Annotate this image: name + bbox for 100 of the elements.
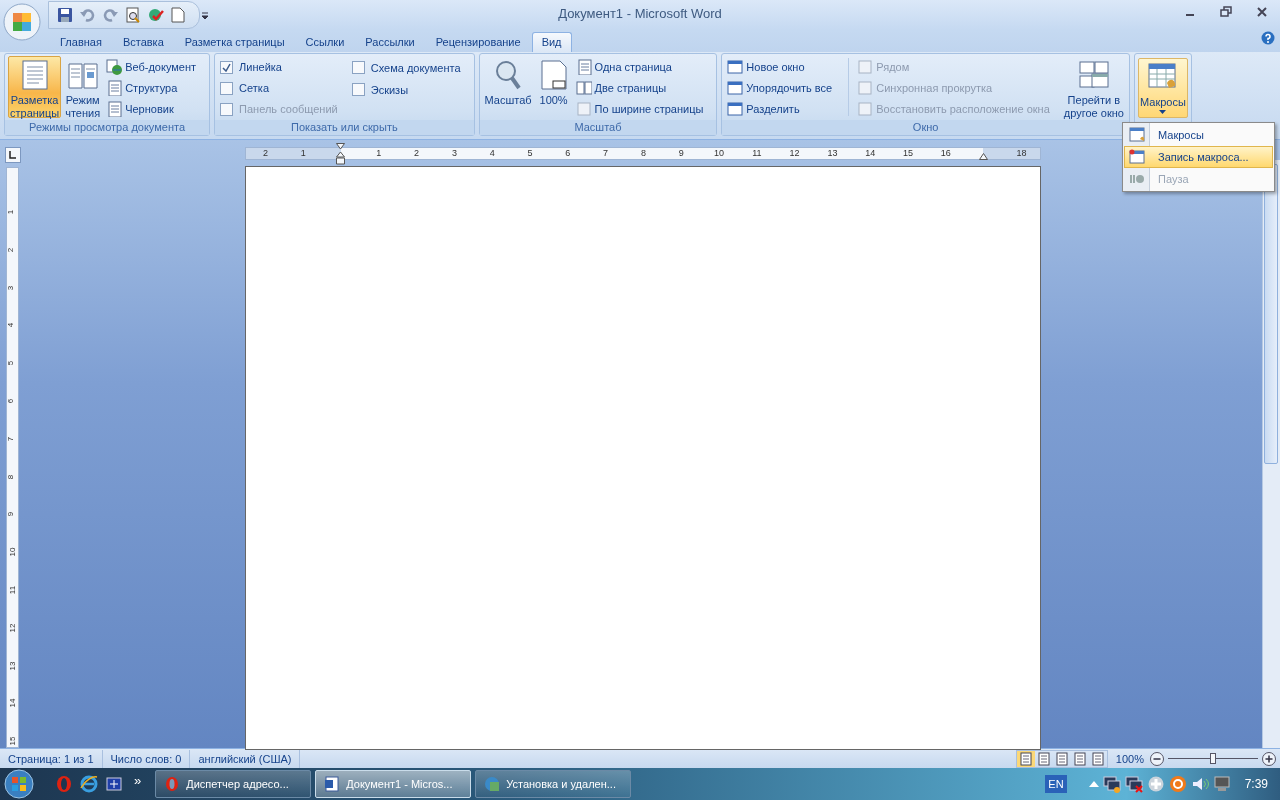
zoom-out-icon[interactable] <box>1150 751 1164 766</box>
restore-icon[interactable] <box>1220 6 1232 18</box>
taskbar-button[interactable]: Установка и удален... <box>475 770 632 798</box>
window-icon <box>727 59 744 75</box>
network-icon[interactable] <box>1102 775 1121 793</box>
ribbon-tab[interactable]: Ссылки <box>295 32 355 52</box>
slider-thumb[interactable] <box>1210 752 1216 764</box>
ruler-number: 2 <box>414 148 420 159</box>
ribbon-tab[interactable]: Разметка страницы <box>174 32 295 52</box>
print-preview-icon[interactable] <box>125 7 141 23</box>
new-document-icon[interactable] <box>171 7 185 23</box>
ruler-number: 3 <box>451 148 457 159</box>
ruler-number: 4 <box>489 148 495 159</box>
taskbar-button[interactable]: Диспетчер адресо... <box>155 770 312 798</box>
ribbon-button[interactable]: Масштаб <box>482 56 534 118</box>
office-button-icon[interactable] <box>3 3 41 41</box>
spelling-icon[interactable] <box>147 7 165 23</box>
menu-item[interactable]: Запись макроса... <box>1124 146 1273 168</box>
close-icon[interactable] <box>1256 6 1268 18</box>
ruler-number: 2 <box>262 148 268 159</box>
ribbon-button[interactable]: Черновик <box>104 100 199 118</box>
ribbon-button[interactable]: Веб-документ <box>104 58 199 76</box>
ruler-number: 13 <box>827 148 838 159</box>
ribbon-button[interactable]: Разделить <box>725 100 835 118</box>
window-title: Документ1 - Microsoft Word <box>558 6 722 21</box>
tray-ring-icon[interactable] <box>1168 775 1187 793</box>
ribbon-button[interactable]: Режим чтения <box>63 56 103 118</box>
ruler-number: 10 <box>7 547 17 557</box>
help-icon[interactable] <box>1261 31 1275 45</box>
indent-marker-icon[interactable] <box>979 153 988 160</box>
ribbon-button[interactable]: Новое окно <box>725 58 835 76</box>
indent-marker-icon[interactable] <box>336 143 345 165</box>
ruler-number: 15 <box>7 736 17 746</box>
opera-icon[interactable] <box>56 775 72 793</box>
ribbon-button[interactable]: Структура <box>104 79 199 97</box>
ruler-number: 18 <box>1016 148 1027 159</box>
ruler-number: 3 <box>5 285 15 290</box>
ruler-number: 7 <box>5 436 15 441</box>
check-icon <box>222 62 232 72</box>
ribbon-tab[interactable]: Вид <box>531 32 572 52</box>
browser-e-icon[interactable] <box>80 775 98 793</box>
globe-page-icon <box>106 59 123 75</box>
status-text: Число слов: 0 <box>102 749 191 768</box>
ruler-number: 9 <box>5 512 15 517</box>
ruler-number: 8 <box>640 148 646 159</box>
ruler-number: 5 <box>527 148 533 159</box>
ruler-number: 9 <box>678 148 684 159</box>
ribbon-tab[interactable]: Главная <box>50 32 112 52</box>
volume-icon[interactable] <box>1190 775 1209 793</box>
tab-stop-icon[interactable] <box>5 147 21 163</box>
checkbox[interactable]: Сетка <box>218 79 340 97</box>
ribbon-tab[interactable]: Вставка <box>112 32 174 52</box>
ribbon-button[interactable]: 100% <box>535 56 572 118</box>
ribbon-button[interactable]: Одна страница <box>573 58 706 76</box>
checkbox[interactable]: Схема документа <box>349 58 463 77</box>
group-title: Режимы просмотра документа <box>5 120 210 135</box>
zoom-slider[interactable] <box>1168 752 1258 765</box>
ribbon-button[interactable]: Упорядочить все <box>725 79 835 97</box>
more-button[interactable]: » <box>134 772 142 788</box>
window-switch-icon <box>1077 59 1110 91</box>
app-tray-icon[interactable] <box>1146 775 1165 793</box>
desktop-icon[interactable] <box>106 776 122 792</box>
ribbon-button[interactable]: Разметка страницы <box>8 56 62 118</box>
two-pages-icon <box>575 80 592 96</box>
group-title: Показать или скрыть <box>215 120 474 135</box>
installer-icon <box>484 776 501 792</box>
window-icon <box>727 101 744 117</box>
language-indicator[interactable]: EN <box>1045 775 1067 793</box>
macro-icon <box>1129 127 1145 143</box>
ruler-number: 11 <box>7 585 17 595</box>
ruler-number: 1 <box>5 209 15 215</box>
status-text: Страница: 1 из 1 <box>0 749 103 768</box>
ruler-number: 8 <box>5 474 15 479</box>
network-error-icon[interactable] <box>1124 775 1143 793</box>
checkbox[interactable]: Линейка <box>218 58 340 76</box>
zoom-in-icon[interactable] <box>1262 751 1276 766</box>
save-icon[interactable] <box>57 7 73 23</box>
ribbon-button[interactable]: Две страницы <box>573 79 706 97</box>
ruler-number: 10 <box>714 148 724 159</box>
window-icon <box>727 80 744 96</box>
ribbon-button[interactable]: Перейти в другое окно <box>1061 56 1126 118</box>
status-text: английский (США) <box>190 749 301 768</box>
ruler-number: 5 <box>5 360 15 366</box>
group-title: Масштаб <box>479 120 717 135</box>
ribbon-button[interactable]: Макросы <box>1137 58 1188 118</box>
ruler-number: 6 <box>565 148 571 159</box>
ribbon-button[interactable]: По ширине страницы <box>573 100 706 118</box>
opera-icon <box>164 776 181 792</box>
computer-icon[interactable] <box>1212 775 1231 793</box>
ruler-number: 14 <box>865 148 876 159</box>
ribbon-tab[interactable]: Рассылки <box>355 32 425 52</box>
ruler-number: 12 <box>7 623 17 633</box>
ruler-number: 14 <box>7 698 17 708</box>
ruler-number: 6 <box>5 398 15 404</box>
checkbox[interactable]: Эскизы <box>349 80 463 99</box>
ruler-number: 15 <box>903 148 913 159</box>
ruler-number: 1 <box>376 148 382 159</box>
ruler-number: 12 <box>789 148 800 159</box>
ribbon-tab[interactable]: Рецензирование <box>425 32 531 52</box>
ruler-number: 11 <box>752 148 762 159</box>
